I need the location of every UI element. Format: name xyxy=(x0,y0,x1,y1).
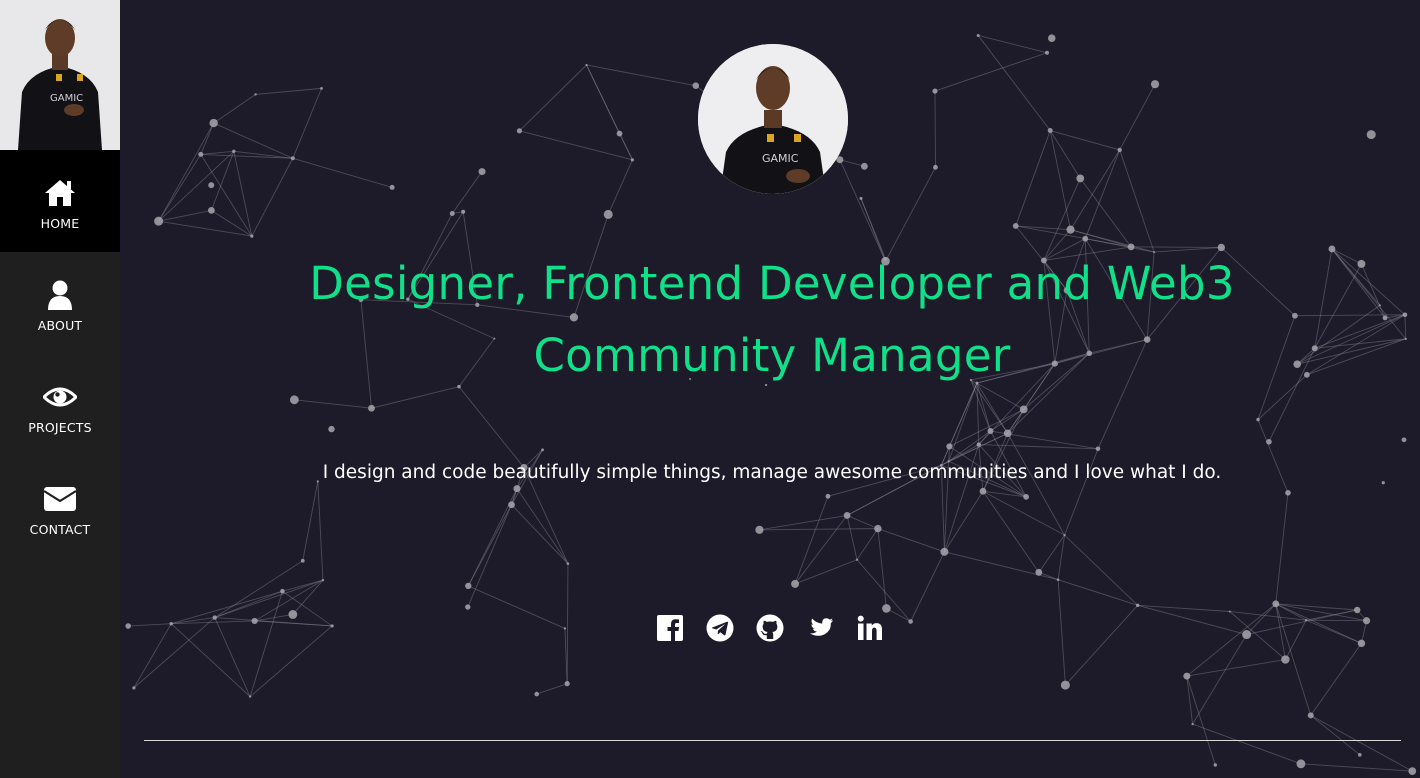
home-icon xyxy=(45,179,75,206)
telegram-link[interactable] xyxy=(706,612,734,644)
svg-text:GAMIC: GAMIC xyxy=(762,152,799,165)
nav-label-home: HOME xyxy=(40,215,80,231)
avatar: GAMIC xyxy=(698,44,848,194)
nav-label-projects: PROJECTS xyxy=(28,419,92,435)
tagline: I design and code beautifully simple thi… xyxy=(322,462,1222,483)
hero-section: GAMIC Designer, Frontend Developer and W… xyxy=(120,0,1420,778)
twitter-link[interactable] xyxy=(806,612,834,644)
facebook-link[interactable] xyxy=(656,612,684,644)
eye-icon xyxy=(43,387,77,406)
sidebar: GAMIC HOME ABOUT PROJECTS CONTACT xyxy=(0,0,120,778)
nav-item-projects[interactable]: PROJECTS xyxy=(0,354,120,456)
twitter-icon xyxy=(810,618,833,636)
title-line-2: Community Manager xyxy=(533,329,1011,382)
nav-item-about[interactable]: ABOUT xyxy=(0,252,120,354)
footer-divider xyxy=(144,740,1401,741)
title-line-1: Designer, Frontend Developer and Web3 xyxy=(309,257,1235,310)
nav-label-contact: CONTACT xyxy=(29,521,91,537)
github-icon xyxy=(756,614,784,642)
linkedin-icon xyxy=(857,615,882,640)
sidebar-profile-photo[interactable]: GAMIC xyxy=(0,0,120,150)
nav-item-contact[interactable]: CONTACT xyxy=(0,456,120,558)
linkedin-link[interactable] xyxy=(856,612,884,644)
nav-label-about: ABOUT xyxy=(37,317,83,333)
facebook-icon xyxy=(657,615,683,642)
social-links xyxy=(656,612,884,644)
nav-item-home[interactable]: HOME xyxy=(0,150,120,252)
telegram-icon xyxy=(706,614,734,642)
page-title: Designer, Frontend Developer and Web3 Co… xyxy=(250,248,1294,392)
svg-text:GAMIC: GAMIC xyxy=(50,93,83,104)
user-icon xyxy=(48,280,72,310)
github-link[interactable] xyxy=(756,612,784,644)
envelope-icon xyxy=(43,486,77,511)
